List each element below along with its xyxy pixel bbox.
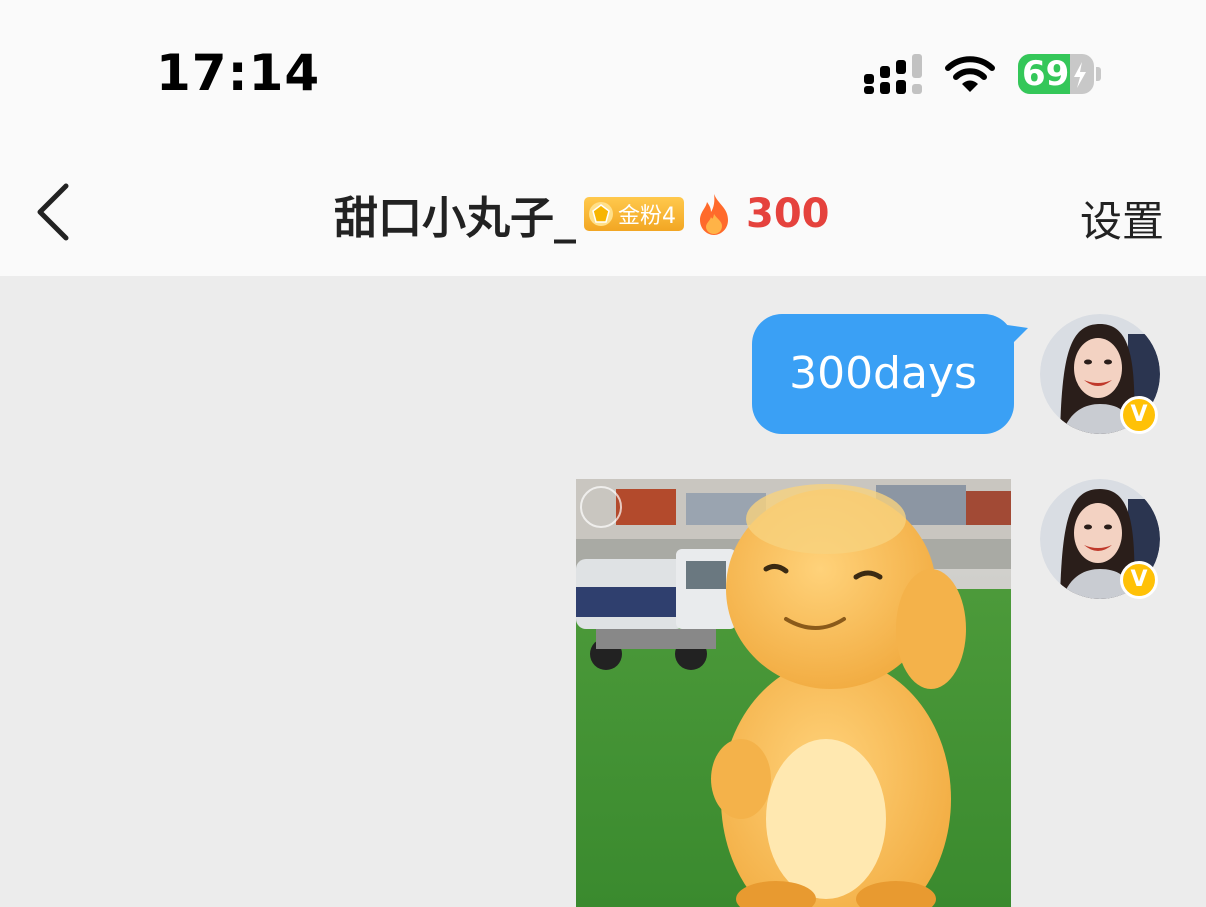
cellular-signal-icon <box>864 54 922 94</box>
fan-badge-label: 金粉4 <box>618 204 676 229</box>
verified-badge: V <box>1120 396 1158 434</box>
message-bubble-text[interactable]: 300days <box>752 314 1014 434</box>
sticker-image[interactable] <box>576 479 1011 907</box>
fire-icon <box>700 194 728 235</box>
avatar[interactable]: V <box>1040 479 1160 599</box>
chat-screen: 17:14 69 甜口小丸子_ 金粉4 300 设置 300days V V <box>0 0 1206 907</box>
battery-charging-icon: 69 <box>1018 52 1102 96</box>
settings-button[interactable]: 设置 <box>1080 188 1164 249</box>
verified-badge: V <box>1120 561 1158 599</box>
status-time: 17:14 <box>156 44 321 102</box>
gem-icon <box>589 202 613 226</box>
chat-title-group: 甜口小丸子_ 金粉4 300 <box>334 184 830 244</box>
wifi-icon <box>945 56 995 92</box>
chevron-left-icon[interactable] <box>30 180 78 244</box>
fan-level-badge: 金粉4 <box>584 197 684 231</box>
streak-count: 300 <box>746 191 830 237</box>
battery-cap <box>1096 67 1101 81</box>
status-bar: 17:14 69 <box>0 0 1206 140</box>
battery-percent: 69 <box>1022 54 1070 94</box>
battery-body: 69 <box>1018 54 1094 94</box>
avatar[interactable]: V <box>1040 314 1160 434</box>
charging-bolt-icon <box>1074 62 1086 88</box>
page-title: 甜口小丸子_ <box>334 193 576 244</box>
bubble-tail <box>1000 324 1028 348</box>
chat-header: 甜口小丸子_ 金粉4 300 设置 <box>0 140 1206 276</box>
message-list[interactable]: 300days V V <box>0 276 1206 907</box>
